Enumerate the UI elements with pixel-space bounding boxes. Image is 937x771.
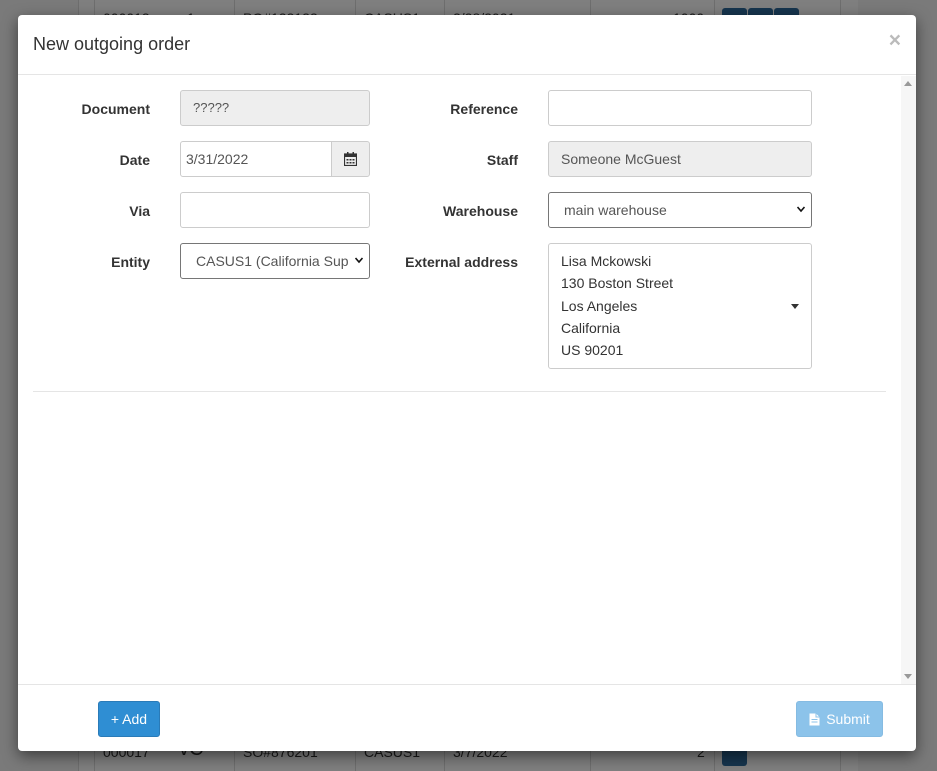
calendar-button[interactable] (331, 141, 370, 177)
calendar-icon (344, 152, 357, 166)
date-input[interactable]: 3/31/2022 (180, 141, 332, 177)
entity-select[interactable]: CASUS1 (California Sup (180, 243, 370, 279)
document-field: ????? (180, 90, 370, 126)
staff-field: Someone McGuest (548, 141, 812, 177)
address-line: US 90201 (561, 342, 624, 358)
document-label: Document (81, 101, 150, 117)
warehouse-select[interactable]: main warehouse (548, 192, 812, 228)
submit-button[interactable]: Submit (796, 701, 883, 737)
file-icon (809, 713, 820, 726)
chevron-down-icon (355, 256, 363, 264)
scroll-down-icon[interactable] (904, 674, 912, 679)
scroll-up-icon[interactable] (904, 81, 912, 86)
warehouse-label: Warehouse (443, 203, 518, 219)
warehouse-selected-value: main warehouse (564, 202, 667, 218)
address-line: 130 Boston Street (561, 275, 674, 291)
form-divider (33, 391, 886, 392)
close-icon[interactable]: × (889, 29, 901, 53)
entity-label: Entity (111, 254, 150, 270)
date-label: Date (119, 152, 150, 168)
caret-down-icon (791, 304, 799, 309)
modal-body: Document ????? Reference Date 3/31/2022 … (18, 76, 916, 684)
staff-label: Staff (486, 152, 518, 168)
external-address-select[interactable]: Lisa Mckowski 130 Boston Street Los Ange… (548, 243, 812, 369)
via-label: Via (129, 203, 150, 219)
address-line: California (561, 320, 621, 336)
submit-label: Submit (826, 711, 870, 727)
new-outgoing-order-modal: New outgoing order × Document ????? Refe… (18, 15, 916, 751)
modal-scrollbar[interactable] (901, 76, 916, 684)
via-input[interactable] (180, 192, 370, 228)
address-line: Los Angeles (561, 298, 638, 314)
add-button[interactable]: + Add (98, 701, 160, 737)
modal-header: New outgoing order × (18, 15, 916, 75)
external-address-label: External address (405, 254, 518, 270)
modal-footer: + Add Submit (18, 684, 916, 751)
reference-input[interactable] (548, 90, 812, 126)
chevron-down-icon (797, 206, 805, 213)
modal-title: New outgoing order (33, 34, 191, 54)
entity-selected-value: CASUS1 (California Sup (196, 253, 349, 269)
reference-label: Reference (450, 101, 518, 117)
address-line: Lisa Mckowski (561, 253, 652, 269)
